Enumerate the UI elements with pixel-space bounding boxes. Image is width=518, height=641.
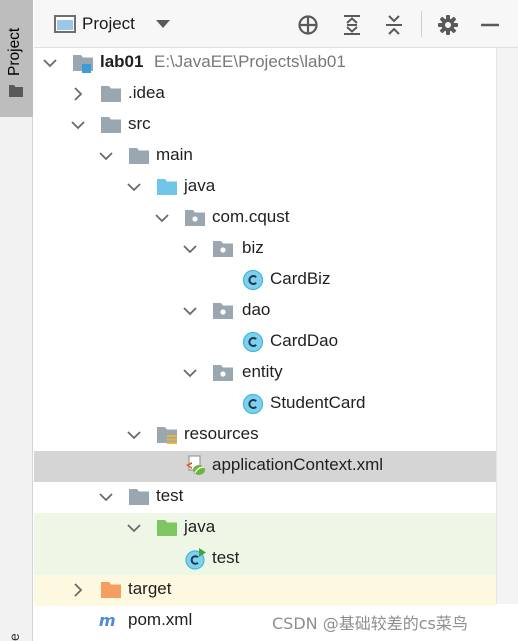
hide-icon[interactable] xyxy=(479,14,501,36)
tree-node-label: CardBiz xyxy=(270,269,331,288)
tree-node-src[interactable]: src xyxy=(34,110,496,141)
collapse-all-icon[interactable] xyxy=(383,14,405,36)
module-folder-icon xyxy=(73,55,93,73)
project-view-header: Project xyxy=(34,0,518,48)
folder-icon xyxy=(129,148,149,164)
tree-node-lab01[interactable]: lab01 E:\JavaEE\Projects\lab01 xyxy=(34,48,496,79)
tree-node-label: biz xyxy=(242,238,264,257)
tree-node-com-cqust[interactable]: com.cqust xyxy=(34,203,496,234)
folder-icon xyxy=(129,489,149,505)
project-view-icon xyxy=(54,15,76,33)
maven-icon: m xyxy=(99,611,116,630)
tree-node-label: src xyxy=(128,114,151,133)
tree-node-label: test xyxy=(212,548,240,567)
tree-node-label: entity xyxy=(242,362,283,381)
tree-node-label: lab01 xyxy=(100,52,144,71)
tree-node-test[interactable]: test xyxy=(34,482,496,513)
tree-node-label: target xyxy=(128,579,172,598)
tree-node-test-class[interactable]: test xyxy=(34,544,496,575)
package-icon xyxy=(213,303,233,319)
tree-node-label: pom.xml xyxy=(128,610,193,629)
tree-node-biz[interactable]: biz xyxy=(34,234,496,265)
structure-tab-label[interactable]: e xyxy=(6,633,22,641)
chevron-down-icon[interactable] xyxy=(182,241,198,257)
tree-node-label: test xyxy=(156,486,184,505)
package-icon xyxy=(213,365,233,381)
tree-node-label: .idea xyxy=(128,83,165,102)
gear-icon[interactable] xyxy=(437,14,459,36)
folder-icon xyxy=(9,85,23,97)
test-class-icon xyxy=(185,548,206,570)
chevron-down-icon[interactable] xyxy=(42,55,58,71)
expand-all-icon[interactable] xyxy=(341,14,363,36)
package-icon xyxy=(213,241,233,257)
tree-node-main[interactable]: main xyxy=(34,141,496,172)
tree-node-idea[interactable]: .idea xyxy=(34,79,496,110)
module-path: E:\JavaEE\Projects\lab01 xyxy=(154,52,346,71)
class-icon xyxy=(242,393,264,415)
project-tab-label: Project xyxy=(6,27,23,76)
chevron-down-icon[interactable] xyxy=(126,179,142,195)
tree-node-label: applicationContext.xml xyxy=(212,455,384,474)
tree-node-entity[interactable]: entity xyxy=(34,358,496,389)
tree-node-studentcard[interactable]: StudentCard xyxy=(34,389,496,420)
tree-node-label: dao xyxy=(242,300,271,319)
tree-node-dao[interactable]: dao xyxy=(34,296,496,327)
tree-node-target[interactable]: target xyxy=(34,575,496,606)
tree-node-resources[interactable]: resources xyxy=(34,420,496,451)
excluded-folder-icon xyxy=(101,582,121,598)
locate-icon[interactable] xyxy=(297,14,319,36)
chevron-down-icon[interactable] xyxy=(182,365,198,381)
source-folder-icon xyxy=(157,179,177,195)
chevron-down-icon[interactable] xyxy=(126,520,142,536)
tree-node-carddao[interactable]: CardDao xyxy=(34,327,496,358)
chevron-down-icon[interactable] xyxy=(182,303,198,319)
class-icon xyxy=(242,269,264,291)
chevron-down-icon[interactable] xyxy=(98,489,114,505)
project-tree: lab01 E:\JavaEE\Projects\lab01 .idea src… xyxy=(34,48,496,641)
test-source-folder-icon xyxy=(157,520,177,536)
tree-node-label: resources xyxy=(184,424,259,443)
watermark: CSDN @基础较差的cs菜鸟 xyxy=(272,614,468,633)
folder-icon xyxy=(101,117,121,133)
tree-node-cardbiz[interactable]: CardBiz xyxy=(34,265,496,296)
tree-node-label: CardDao xyxy=(270,331,339,350)
svg-text:m: m xyxy=(99,611,116,630)
chevron-down-icon[interactable] xyxy=(126,427,142,443)
folder-icon xyxy=(101,86,121,102)
chevron-down-icon[interactable] xyxy=(98,148,114,164)
tree-node-label: StudentCard xyxy=(270,393,366,412)
spring-xml-icon xyxy=(186,455,205,475)
tree-node-label: java xyxy=(184,176,216,195)
chevron-down-icon[interactable] xyxy=(154,210,170,226)
tree-node-test-java[interactable]: java xyxy=(34,513,496,544)
resources-folder-icon xyxy=(157,427,177,444)
tree-node-main-java[interactable]: java xyxy=(34,172,496,203)
view-selector-label[interactable]: Project xyxy=(82,14,135,34)
tree-node-label: main xyxy=(156,145,193,164)
header-separator xyxy=(421,11,422,37)
tree-node-applicationcontext-xml[interactable]: applicationContext.xml xyxy=(34,451,496,482)
chevron-down-icon[interactable] xyxy=(155,16,171,32)
class-icon xyxy=(242,331,264,353)
tree-node-label: java xyxy=(184,517,216,536)
project-tool-window-tab[interactable]: Project xyxy=(0,0,33,117)
tree-node-label: com.cqust xyxy=(212,207,290,226)
chevron-right-icon[interactable] xyxy=(70,582,86,598)
chevron-right-icon[interactable] xyxy=(70,86,86,102)
package-icon xyxy=(185,210,205,226)
vertical-scrollbar[interactable] xyxy=(496,48,518,604)
chevron-down-icon[interactable] xyxy=(70,117,86,133)
tool-window-strip: Project e xyxy=(0,0,33,641)
